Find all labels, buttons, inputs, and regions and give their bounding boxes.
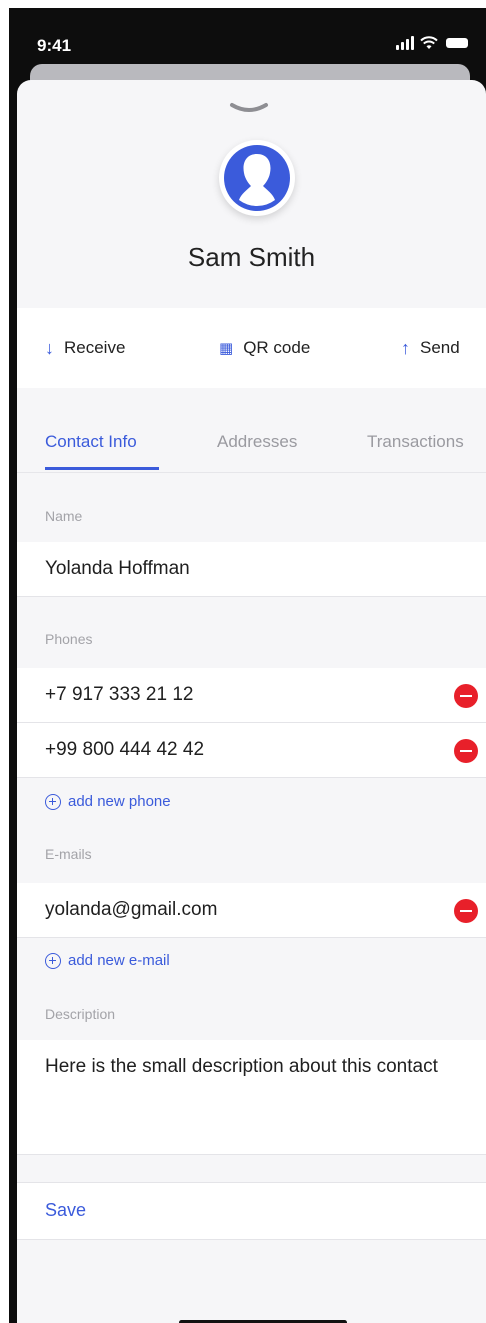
qr-code-button[interactable]: ▦ QR code [219,308,310,388]
wifi-icon [420,36,438,49]
tab-contact-info[interactable]: Contact Info [45,432,137,452]
battery-icon [446,38,468,48]
save-button[interactable]: Save [17,1182,486,1240]
status-bar: 9:41 [9,8,486,72]
add-phone-button[interactable]: add new phone [45,793,171,810]
tab-transactions[interactable]: Transactions [367,432,464,452]
qr-code-icon: ▦ [219,340,234,357]
receive-button[interactable]: ↓ Receive [45,308,125,388]
description-value: Here is the small description about this… [45,1056,438,1077]
user-icon [224,145,290,211]
email-value: yolanda@gmail.com [45,899,218,920]
remove-email-button[interactable] [454,899,478,923]
send-label: Send [420,338,460,357]
arrow-up-icon: ↑ [401,337,410,358]
dismiss-chevron-icon[interactable] [229,102,269,116]
phone-value: +7 917 333 21 12 [45,684,194,705]
active-tab-indicator [45,467,159,470]
tab-bar: Contact Info Addresses Transactions [17,388,486,474]
phone-frame: 9:41 Sam Smith ↓ Receive ▦ QR code ↑ Sen… [9,8,486,1323]
add-email-label: add new e-mail [68,952,170,969]
email-field[interactable]: yolanda@gmail.com [17,883,486,938]
name-section-label: Name [45,508,83,524]
contact-name: Sam Smith [187,242,316,272]
cellular-signal-icon [396,36,414,50]
tab-addresses[interactable]: Addresses [217,432,297,452]
receive-label: Receive [64,338,126,357]
emails-section-label: E-mails [45,846,92,862]
arrow-down-icon: ↓ [45,337,54,358]
action-bar: ↓ Receive ▦ QR code ↑ Send [17,308,486,388]
phone-field[interactable]: +99 800 444 42 42 [17,723,486,778]
name-value: Yolanda Hoffman [45,558,190,579]
description-field[interactable]: Here is the small description about this… [17,1040,486,1155]
save-label: Save [45,1200,87,1220]
contact-sheet: Sam Smith ↓ Receive ▦ QR code ↑ Send Con… [17,80,486,1323]
avatar [219,140,295,216]
status-time: 9:41 [37,36,72,55]
name-field[interactable]: Yolanda Hoffman [17,542,486,597]
plus-circle-icon [45,952,61,969]
add-phone-label: add new phone [68,793,171,810]
tabs-divider [17,472,486,473]
add-email-button[interactable]: add new e-mail [45,952,170,969]
phones-section-label: Phones [45,631,93,647]
status-icons [396,36,468,50]
phone-field[interactable]: +7 917 333 21 12 [17,668,486,723]
phone-value: +99 800 444 42 42 [45,739,205,760]
qr-code-label: QR code [243,338,311,357]
remove-phone-button[interactable] [454,684,478,708]
plus-circle-icon [45,793,61,810]
description-section-label: Description [45,1006,116,1022]
remove-phone-button[interactable] [454,739,478,763]
send-button[interactable]: ↑ Send [401,308,460,388]
